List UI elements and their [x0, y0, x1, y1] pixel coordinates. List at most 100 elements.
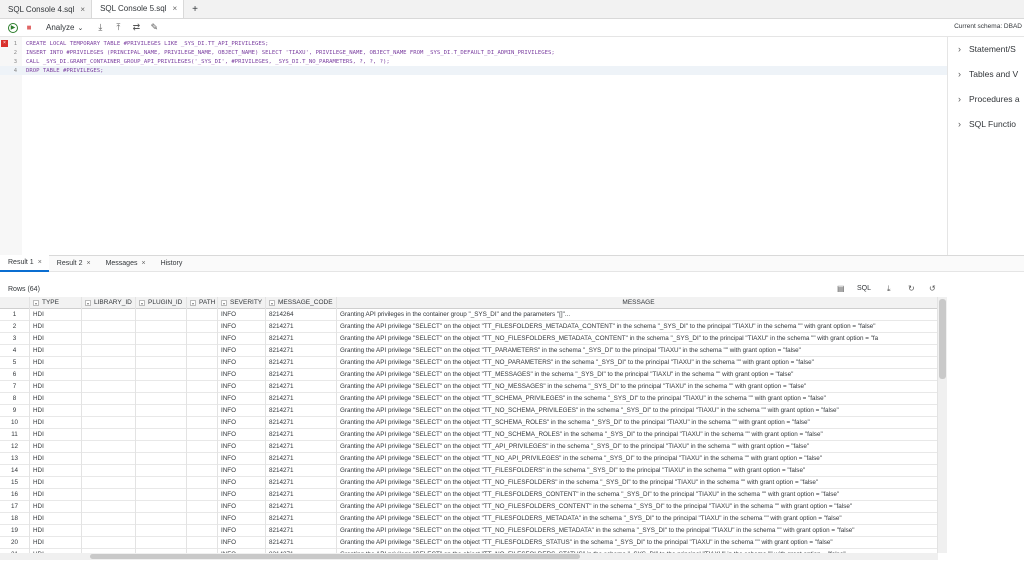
- table-row[interactable]: 4 HDI INFO 8214271 Granting the API privileg…: [0, 345, 938, 357]
- column-header[interactable]: ▾ LIBRARY_ID: [82, 297, 136, 309]
- column-header[interactable]: MESSAGE: [337, 297, 938, 309]
- table-cell: [82, 369, 136, 381]
- table-cell: Granting the API privilege "SELECT" on t…: [337, 477, 938, 489]
- editor-tab[interactable]: SQL Console 5.sql ×: [92, 0, 185, 18]
- table-row[interactable]: 14 HDI INFO 8214271 Granting the API privile…: [0, 465, 938, 477]
- filter-icon[interactable]: ▾: [85, 300, 91, 306]
- sql-button[interactable]: SQL: [857, 285, 871, 292]
- filter-icon[interactable]: ▾: [269, 300, 275, 306]
- result-tab[interactable]: Messages ×: [98, 255, 153, 272]
- table-row[interactable]: 3 HDI INFO 8214271 Granting the API privileg…: [0, 333, 938, 345]
- table-cell: Granting the API privilege "SELECT" on t…: [337, 501, 938, 513]
- table-cell: [82, 345, 136, 357]
- reset-icon[interactable]: ↺: [929, 284, 936, 293]
- table-row[interactable]: 18 HDI INFO 8214271 Granting the API privile…: [0, 513, 938, 525]
- filter-icon[interactable]: ▾: [221, 300, 227, 306]
- run-icon[interactable]: ▶: [8, 22, 18, 33]
- table-row[interactable]: 2 HDI INFO 8214271 Granting the API privileg…: [0, 321, 938, 333]
- result-grid[interactable]: ▾ TYPE ▾ LIBRARY_ID ▾ PLUGIN_ID ▾ PATH ▾ SEVERITY…: [0, 297, 938, 555]
- table-cell: 16: [0, 489, 30, 501]
- side-panel-item[interactable]: › Statement/S: [958, 44, 1016, 54]
- table-cell: Granting the API privilege "SELECT" on t…: [337, 357, 938, 369]
- format-icon[interactable]: ⇄: [129, 21, 143, 35]
- table-cell: [187, 489, 218, 501]
- table-row[interactable]: 20 HDI INFO 8214271 Granting the API privile…: [0, 537, 938, 549]
- column-header[interactable]: ▾ MESSAGE_CODE: [266, 297, 337, 309]
- upload-icon[interactable]: ⤒: [111, 21, 125, 35]
- filter-icon[interactable]: ▾: [190, 300, 196, 306]
- table-cell: HDI: [30, 453, 82, 465]
- table-cell: [187, 321, 218, 333]
- table-row[interactable]: 12 HDI INFO 8214271 Granting the API privile…: [0, 441, 938, 453]
- sql-editor[interactable]: × 1 CREATE LOCAL TEMPORARY TABLE #PRIVILEG…: [0, 37, 947, 255]
- result-tab[interactable]: Result 2 ×: [49, 255, 98, 272]
- side-panel-item-label: SQL Functio: [969, 119, 1016, 129]
- editor-tab[interactable]: SQL Console 4.sql ×: [0, 0, 93, 18]
- table-cell: HDI: [30, 333, 82, 345]
- column-header[interactable]: ▾ PLUGIN_ID: [136, 297, 187, 309]
- table-cell: [187, 477, 218, 489]
- table-row[interactable]: 5 HDI INFO 8214271 Granting the API privileg…: [0, 357, 938, 369]
- analyze-label: Analyze: [46, 23, 75, 32]
- column-header[interactable]: ▾ PATH: [187, 297, 218, 309]
- table-row[interactable]: 7 HDI INFO 8214271 Granting the API privileg…: [0, 381, 938, 393]
- column-header[interactable]: ▾ TYPE: [30, 297, 82, 309]
- stop-icon[interactable]: ■: [22, 21, 36, 35]
- vertical-scrollbar[interactable]: [938, 297, 947, 553]
- close-icon[interactable]: ×: [141, 260, 145, 267]
- table-row[interactable]: 15 HDI INFO 8214271 Granting the API privile…: [0, 477, 938, 489]
- table-row[interactable]: 1 HDI INFO 8214264 Granting API privileges i…: [0, 309, 938, 321]
- filter-icon[interactable]: ▾: [139, 300, 145, 306]
- table-cell: HDI: [30, 501, 82, 513]
- column-header[interactable]: [0, 297, 30, 309]
- edit-icon[interactable]: ✎: [147, 21, 161, 35]
- filter-icon[interactable]: ▾: [33, 300, 39, 306]
- close-icon[interactable]: ×: [86, 260, 90, 267]
- chevron-right-icon: ›: [958, 119, 961, 129]
- side-panel-item[interactable]: › Procedures a: [958, 94, 1020, 104]
- result-tab[interactable]: Result 1 ×: [0, 255, 49, 272]
- analyze-dropdown[interactable]: Analyze ⌄: [40, 23, 89, 32]
- table-cell: 8214271: [266, 405, 337, 417]
- table-row[interactable]: 19 HDI INFO 8214271 Granting the API privile…: [0, 525, 938, 537]
- close-icon[interactable]: ×: [38, 259, 42, 266]
- table-cell: 17: [0, 501, 30, 513]
- line-number: 3: [13, 58, 17, 65]
- table-cell: [136, 333, 187, 345]
- table-row[interactable]: 6 HDI INFO 8214271 Granting the API privileg…: [0, 369, 938, 381]
- table-cell: [82, 477, 136, 489]
- horizontal-scrollbar[interactable]: [0, 553, 938, 560]
- table-row[interactable]: 8 HDI INFO 8214271 Granting the API privileg…: [0, 393, 938, 405]
- table-cell: INFO: [218, 453, 266, 465]
- result-tab[interactable]: History: [153, 255, 190, 272]
- table-row[interactable]: 17 HDI INFO 8214271 Granting the API privile…: [0, 501, 938, 513]
- side-panel-item[interactable]: › Tables and V: [958, 69, 1018, 79]
- download-icon[interactable]: ⤓: [93, 21, 107, 35]
- table-row[interactable]: 13 HDI INFO 8214271 Granting the API privile…: [0, 453, 938, 465]
- table-cell: INFO: [218, 477, 266, 489]
- side-panel-item[interactable]: › SQL Functio: [958, 119, 1016, 129]
- refresh-icon[interactable]: ↻: [908, 284, 915, 293]
- table-row[interactable]: 16 HDI INFO 8214271 Granting the API privile…: [0, 489, 938, 501]
- close-icon[interactable]: ×: [172, 4, 177, 13]
- code-text: CREATE LOCAL TEMPORARY TABLE #PRIVILEGES…: [26, 40, 269, 47]
- column-header-label: LIBRARY_ID: [94, 299, 132, 306]
- table-cell: [136, 453, 187, 465]
- column-header[interactable]: ▾ SEVERITY: [218, 297, 266, 309]
- table-view-icon[interactable]: ▤: [837, 284, 845, 293]
- table-row[interactable]: 9 HDI INFO 8214271 Granting the API privileg…: [0, 405, 938, 417]
- download-icon[interactable]: ⤓: [887, 284, 891, 294]
- table-row[interactable]: 10 HDI INFO 8214271 Granting the API privile…: [0, 417, 938, 429]
- table-cell: [136, 489, 187, 501]
- table-cell: [187, 441, 218, 453]
- add-tab-icon[interactable]: +: [184, 0, 204, 18]
- horizontal-scroll-thumb[interactable]: [90, 554, 580, 559]
- vertical-scroll-thumb[interactable]: [939, 299, 946, 379]
- table-cell: Granting the API privilege "SELECT" on t…: [337, 381, 938, 393]
- close-icon[interactable]: ×: [80, 5, 85, 14]
- table-cell: [136, 537, 187, 549]
- table-row[interactable]: 11 HDI INFO 8214271 Granting the API privile…: [0, 429, 938, 441]
- error-icon[interactable]: ×: [1, 40, 8, 47]
- table-cell: [187, 357, 218, 369]
- table-cell: Granting the API privilege "SELECT" on t…: [337, 453, 938, 465]
